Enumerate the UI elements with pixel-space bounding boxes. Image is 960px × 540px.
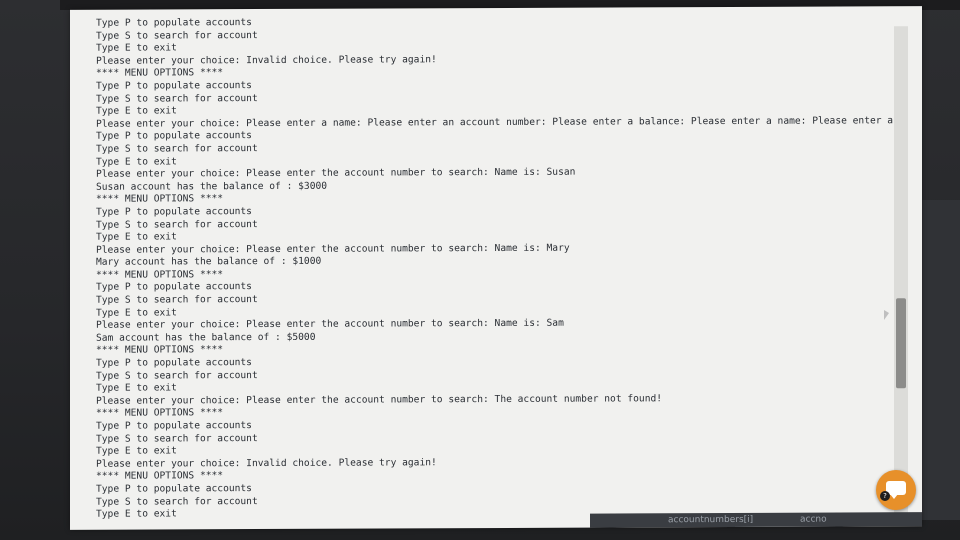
console-scrollbar[interactable] — [894, 26, 908, 517]
status-item-accno: accno — [800, 514, 827, 525]
mouse-cursor-icon — [884, 310, 889, 320]
help-question-icon: ? — [880, 491, 890, 501]
status-item-accountnumbers: accountnumbers[i] — [668, 514, 754, 526]
console-window: Type P to populate accounts Type S to sea… — [70, 6, 922, 530]
console-output: Type P to populate accounts Type S to sea… — [96, 14, 896, 522]
scrollbar-thumb[interactable] — [896, 298, 906, 389]
chat-help-button[interactable]: ? — [876, 470, 916, 510]
status-bar: accountnumbers[i] accno — [590, 512, 922, 528]
